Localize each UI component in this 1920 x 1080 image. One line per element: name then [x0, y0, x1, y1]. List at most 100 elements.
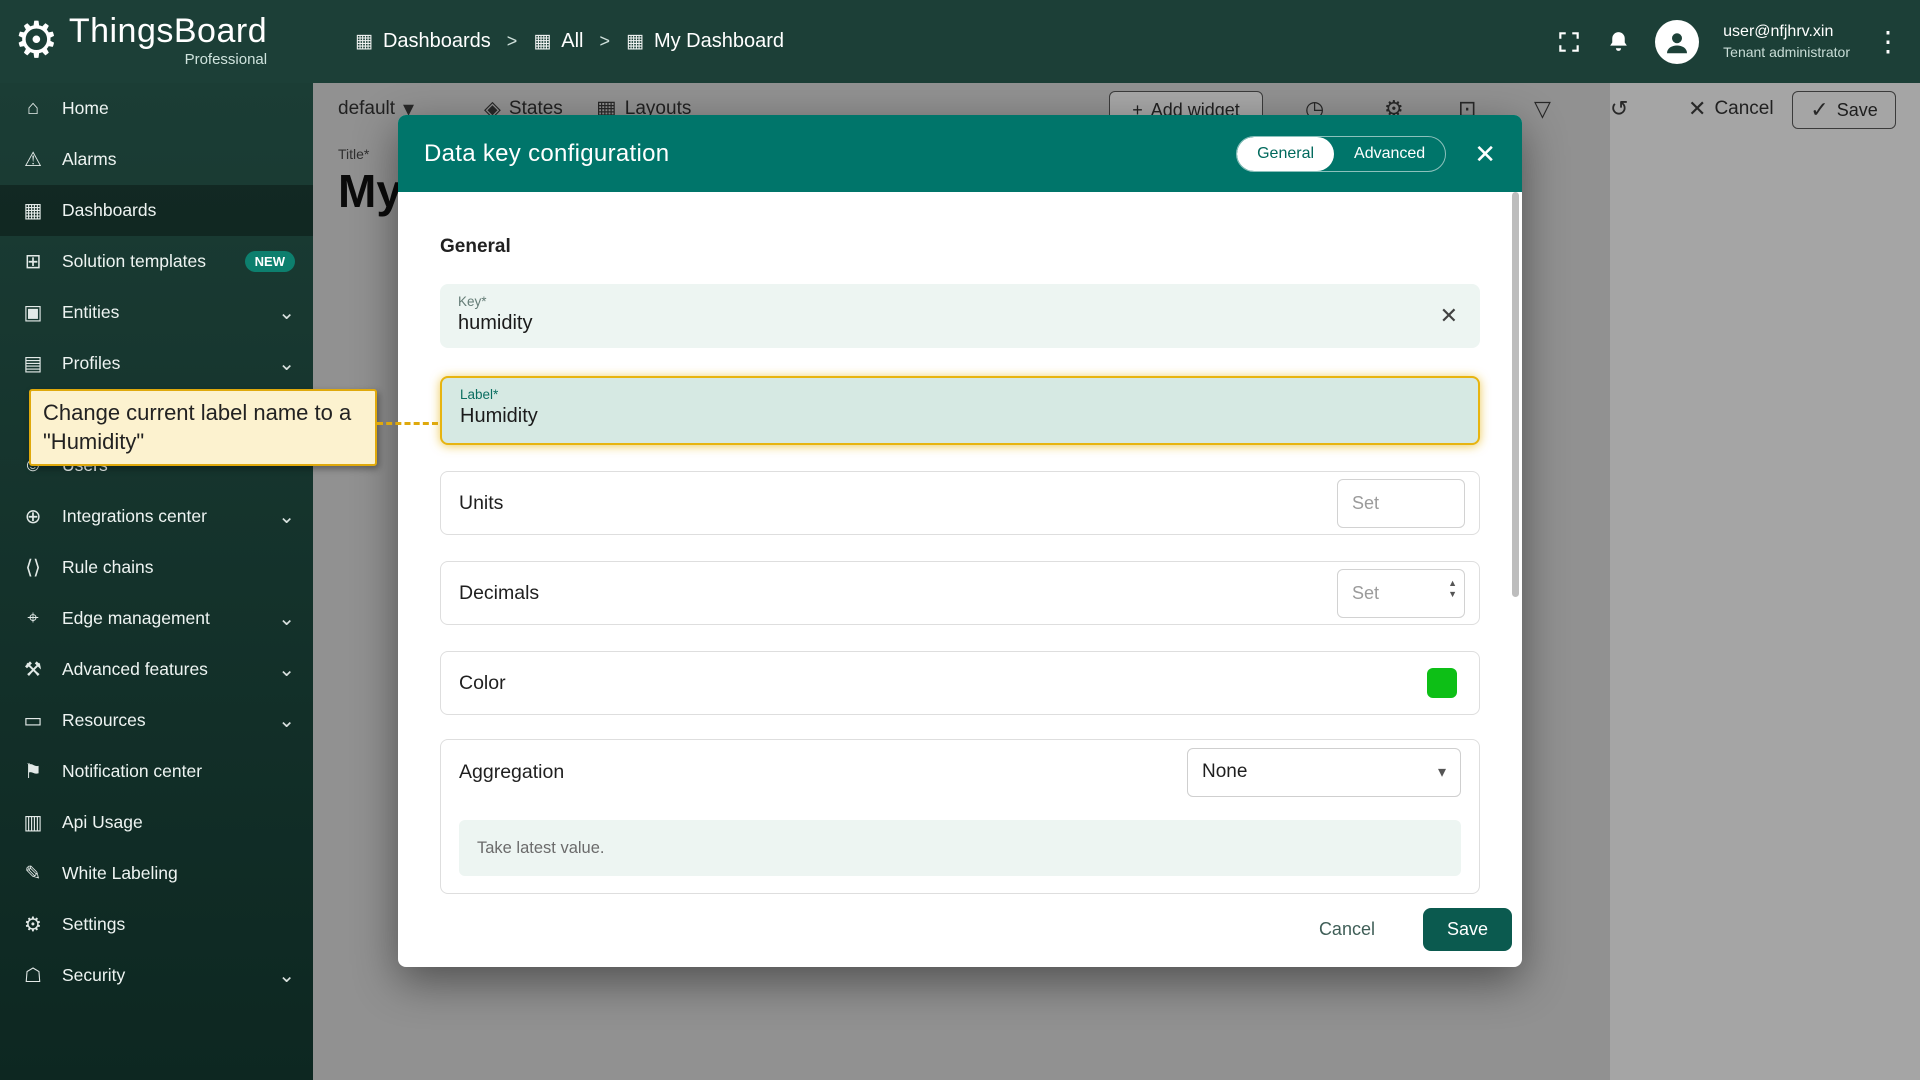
header-actions: user@nfjhrv.xin Tenant administrator ⋮	[1556, 0, 1902, 83]
kebab-menu-icon[interactable]: ⋮	[1874, 28, 1902, 56]
sidebar-item-home[interactable]: ⌂ Home	[0, 83, 313, 134]
key-field[interactable]: Key* humidity ✕	[440, 284, 1480, 348]
sidebar-item-label: Home	[62, 98, 109, 119]
chevron-down-icon: ⌄	[278, 504, 295, 529]
key-field-label: Key*	[458, 294, 1420, 309]
aggregation-label: Aggregation	[459, 761, 564, 784]
alarm-icon: ⚠	[20, 147, 46, 172]
units-label: Units	[459, 492, 503, 515]
clear-key-icon[interactable]: ✕	[1440, 303, 1458, 329]
chevron-down-icon: ⌄	[278, 606, 295, 631]
sidebar-item-label: White Labeling	[62, 863, 178, 884]
color-swatch[interactable]	[1427, 668, 1457, 698]
chevron-down-icon: ⌄	[278, 300, 295, 325]
cancel-button[interactable]: Cancel	[1305, 909, 1389, 950]
dashboards-icon: ▦	[533, 30, 551, 53]
dashboards-icon: ▦	[626, 30, 644, 53]
decimals-label: Decimals	[459, 582, 539, 605]
sidebar-item-dashboards[interactable]: ▦ Dashboards	[0, 185, 313, 236]
save-button[interactable]: Save	[1423, 908, 1512, 951]
aggregation-value: None	[1202, 761, 1247, 783]
tab-advanced[interactable]: Advanced	[1334, 137, 1445, 171]
sidebar-item-advanced-features[interactable]: ⚒ Advanced features ⌄	[0, 644, 313, 695]
notifications-bell-icon[interactable]	[1606, 29, 1631, 54]
general-advanced-toggle: General Advanced	[1236, 136, 1446, 172]
data-key-configuration-dialog: Data key configuration General Advanced …	[398, 115, 1522, 967]
breadcrumb-label: Dashboards	[383, 30, 491, 53]
breadcrumb-dashboards[interactable]: ▦ Dashboards	[355, 30, 491, 53]
aggregation-hint: Take latest value.	[459, 820, 1461, 876]
brand-name: ThingsBoard	[69, 12, 267, 50]
breadcrumb-all[interactable]: ▦ All	[533, 30, 583, 53]
close-icon[interactable]: ✕	[1474, 141, 1496, 167]
sidebar-item-white-labeling[interactable]: ✎ White Labeling	[0, 848, 313, 899]
sidebar-item-alarms[interactable]: ⚠ Alarms	[0, 134, 313, 185]
white-labeling-icon: ✎	[20, 861, 46, 886]
sidebar-item-label: Dashboards	[62, 200, 156, 221]
dialog-footer: Cancel Save	[398, 892, 1522, 967]
sidebar-item-edge-management[interactable]: ⌖ Edge management ⌄	[0, 593, 313, 644]
brand-tagline: Professional	[185, 51, 268, 68]
sidebar-item-resources[interactable]: ▭ Resources ⌄	[0, 695, 313, 746]
section-title-general: General	[440, 236, 1480, 258]
stepper-down-icon[interactable]: ▼	[1448, 590, 1457, 599]
api-usage-chart-icon: ▥	[20, 810, 46, 835]
aggregation-select[interactable]: None ▾	[1187, 748, 1461, 797]
stepper-up-icon[interactable]: ▲	[1448, 579, 1457, 588]
dashboards-icon: ▦	[20, 198, 46, 223]
app-header: ⚙ ThingsBoard Professional ▦ Dashboards …	[0, 0, 1920, 83]
sidebar-item-integrations-center[interactable]: ⊕ Integrations center ⌄	[0, 491, 313, 542]
sidebar-item-label: Entities	[62, 302, 119, 323]
sidebar-item-security[interactable]: ☖ Security ⌄	[0, 950, 313, 1001]
rule-chains-icon: ⟨⟩	[20, 555, 46, 580]
notification-flag-icon: ⚑	[20, 759, 46, 784]
app-root: ⚙ ThingsBoard Professional ▦ Dashboards …	[0, 0, 1920, 1080]
sidebar-item-label: Solution templates	[62, 251, 206, 272]
label-field[interactable]: Label* Humidity	[440, 376, 1480, 445]
color-label: Color	[459, 672, 506, 695]
dialog-header: Data key configuration General Advanced …	[398, 115, 1522, 192]
sidebar-item-api-usage[interactable]: ▥ Api Usage	[0, 797, 313, 848]
brand-logo[interactable]: ⚙ ThingsBoard Professional	[14, 10, 267, 70]
fullscreen-icon[interactable]	[1556, 29, 1582, 55]
annotation-connector-line	[377, 422, 438, 425]
decimals-placeholder: Set	[1352, 583, 1379, 604]
tab-general[interactable]: General	[1237, 137, 1334, 171]
decimals-stepper: ▲ ▼	[1448, 579, 1457, 599]
decimals-input[interactable]: Set ▲ ▼	[1337, 569, 1465, 618]
decimals-row: Decimals Set ▲ ▼	[440, 561, 1480, 625]
color-row: Color	[440, 651, 1480, 715]
annotation-tooltip: Change current label name to a "Humidity…	[29, 389, 377, 466]
user-role: Tenant administrator	[1723, 44, 1850, 60]
aggregation-row: Aggregation None ▾	[459, 740, 1461, 804]
units-row: Units Set	[440, 471, 1480, 535]
sidebar-item-label: Notification center	[62, 761, 202, 782]
sidebar: ⌂ Home ⚠ Alarms ▦ Dashboards ⊞ Solution …	[0, 83, 313, 1080]
chevron-down-icon: ⌄	[278, 708, 295, 733]
units-placeholder: Set	[1352, 493, 1379, 514]
sidebar-item-label: Profiles	[62, 353, 120, 374]
dashboards-icon: ▦	[355, 30, 373, 53]
sidebar-item-solution-templates[interactable]: ⊞ Solution templates NEW	[0, 236, 313, 287]
sidebar-item-profiles[interactable]: ▤ Profiles ⌄	[0, 338, 313, 389]
chevron-down-icon: ⌄	[278, 351, 295, 376]
sidebar-item-label: Edge management	[62, 608, 210, 629]
integrations-icon: ⊕	[20, 504, 46, 529]
sidebar-item-label: Resources	[62, 710, 146, 731]
breadcrumb: ▦ Dashboards > ▦ All > ▦ My Dashboard	[355, 0, 784, 83]
key-field-value: humidity	[458, 312, 1420, 335]
breadcrumb-separator: >	[507, 31, 518, 52]
sidebar-item-rule-chains[interactable]: ⟨⟩ Rule chains	[0, 542, 313, 593]
sidebar-item-label: Settings	[62, 914, 125, 935]
sidebar-item-notification-center[interactable]: ⚑ Notification center	[0, 746, 313, 797]
edge-management-icon: ⌖	[20, 607, 46, 630]
dialog-scrollbar[interactable]	[1512, 192, 1519, 597]
units-input[interactable]: Set	[1337, 479, 1465, 528]
user-avatar[interactable]	[1655, 20, 1699, 64]
sidebar-item-entities[interactable]: ▣ Entities ⌄	[0, 287, 313, 338]
shield-icon: ☖	[20, 963, 46, 988]
sidebar-item-settings[interactable]: ⚙ Settings	[0, 899, 313, 950]
chevron-down-icon: ⌄	[278, 963, 295, 988]
sidebar-item-label: Security	[62, 965, 125, 986]
breadcrumb-my-dashboard[interactable]: ▦ My Dashboard	[626, 30, 784, 53]
